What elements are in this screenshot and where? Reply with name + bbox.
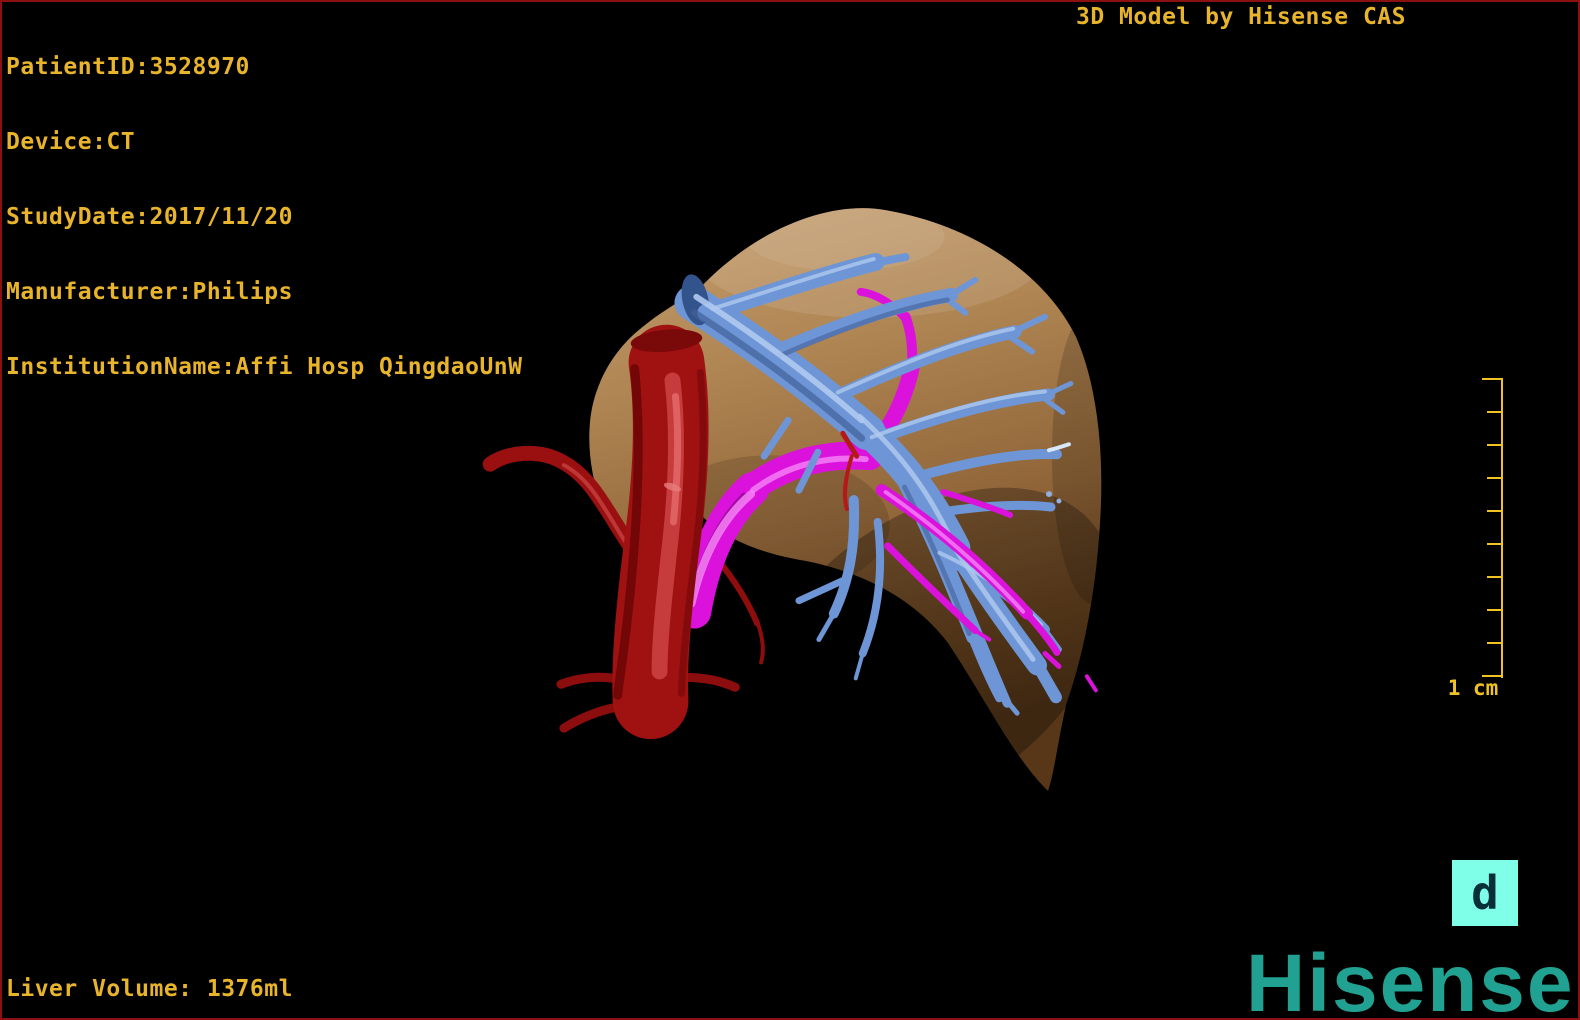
scale-bar-tick: [1487, 510, 1502, 512]
watermark-title: 3D Model by Hisense CAS: [1076, 4, 1406, 30]
scale-bar-tick: [1487, 411, 1502, 413]
study-date-line: StudyDate:2017/11/20: [6, 204, 293, 230]
liver-volume-readout: Liver Volume: 1376ml: [6, 976, 293, 1002]
scale-bar-tick: [1487, 543, 1502, 545]
institution-line: InstitutionName:Affi Hosp QingdaoUnW: [6, 354, 523, 380]
scale-bar-label: 1 cm: [1447, 676, 1499, 700]
orientation-letter: d: [1471, 866, 1499, 920]
scale-bar-tick: [1487, 642, 1502, 644]
hepatic-artery-branches: [713, 554, 765, 665]
scale-bar-tick: [1487, 609, 1502, 611]
liver-right-rim-shadow: [1051, 305, 1102, 605]
hisense-logo: Hisense: [1246, 938, 1575, 1020]
scale-bar: [1480, 378, 1503, 678]
aorta-highlight-core: [669, 392, 682, 526]
artery-twig: [755, 619, 765, 665]
scale-bar-tick: [1487, 444, 1502, 446]
patient-id-line: PatientID:3528970: [6, 54, 250, 80]
device-line: Device:CT: [6, 129, 136, 155]
orientation-marker[interactable]: d: [1452, 860, 1518, 926]
scale-bar-line: [1501, 378, 1503, 678]
scale-bar-tick: [1487, 576, 1502, 578]
scale-bar-tick: [1482, 378, 1502, 380]
liver-dome-highlight2: [745, 208, 945, 271]
vein-dot: [1056, 498, 1062, 504]
patient-info-block: PatientID:3528970 Device:CT StudyDate:20…: [6, 5, 523, 430]
viewer-window: PatientID:3528970 Device:CT StudyDate:20…: [0, 0, 1580, 1020]
manufacturer-line: Manufacturer:Philips: [6, 279, 293, 305]
scale-bar-tick: [1487, 477, 1502, 479]
vein-dot: [1045, 491, 1052, 498]
